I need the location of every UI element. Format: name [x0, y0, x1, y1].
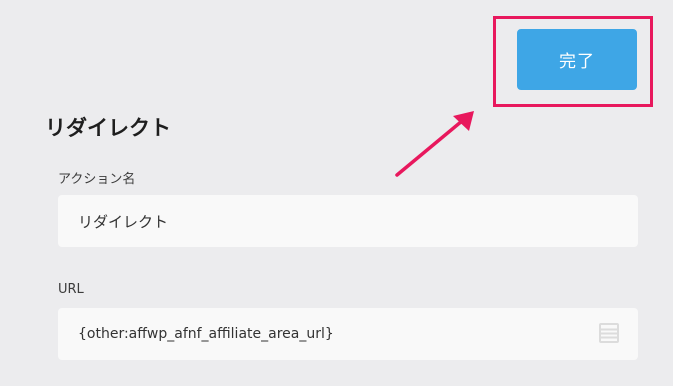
action-name-input[interactable] [58, 195, 638, 247]
list-icon[interactable] [598, 322, 620, 344]
section-title: リダイレクト [45, 116, 171, 140]
done-button[interactable]: 完了 [517, 29, 637, 90]
url-input[interactable] [58, 308, 638, 360]
url-label: URL [58, 282, 84, 297]
redirect-action-settings: 完了 リダイレクト アクション名 URL [0, 0, 673, 386]
action-name-label: アクション名 [58, 172, 136, 187]
